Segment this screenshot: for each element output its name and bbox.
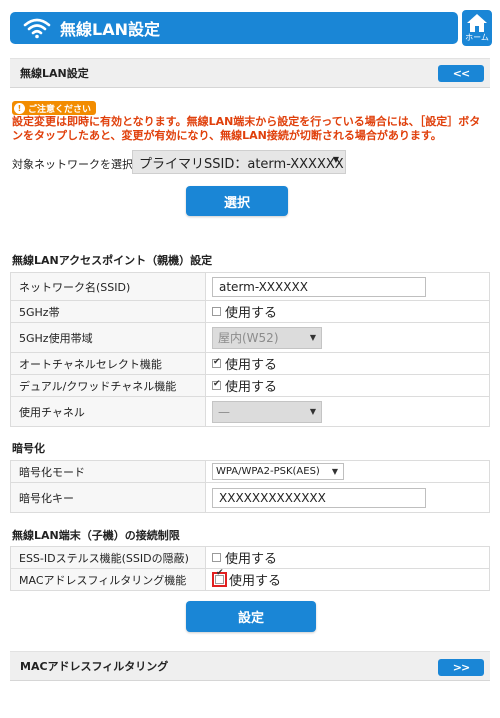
section-bar-wireless: 無線LAN設定 << xyxy=(10,58,490,88)
wifi-icon xyxy=(23,18,51,39)
select-button[interactable]: 選択 xyxy=(186,186,288,216)
mac-filter-label: MACアドレスフィルタリング機能 xyxy=(10,568,206,591)
table-row: オートチャネルセレクト機能 使用する xyxy=(10,352,490,375)
dropdown-arrow-icon: ▼ xyxy=(309,406,316,416)
encryption-mode-select[interactable]: WPA/WPA2-PSK(AES) ▼ xyxy=(212,463,344,480)
dual-channel-checkbox[interactable] xyxy=(212,379,221,390)
restriction-table: ESS-IDステルス機能(SSIDの隠蔽) 使用する MACアドレスフィルタリン… xyxy=(10,546,490,591)
encryption-mode-value: WPA/WPA2-PSK(AES) xyxy=(216,466,320,477)
home-icon xyxy=(467,14,487,32)
home-button[interactable]: ホーム xyxy=(462,10,492,46)
section-bar-mac-filter[interactable]: MACアドレスフィルタリング >> xyxy=(10,651,490,681)
encryption-mode-label: 暗号化モード xyxy=(10,460,206,483)
stealth-option: 使用する xyxy=(225,552,278,567)
page-title: 無線LAN設定 xyxy=(60,20,160,39)
encryption-key-label: 暗号化キー xyxy=(10,482,206,513)
ap-settings-title: 無線LANアクセスポイント（親機）設定 xyxy=(12,254,213,267)
ssid-input[interactable]: aterm-XXXXXX xyxy=(212,276,426,297)
section-label: MACアドレスフィルタリング xyxy=(20,660,169,673)
table-row: 暗号化キー XXXXXXXXXXXXX xyxy=(10,482,490,513)
dropdown-arrow-icon: ▼ xyxy=(332,155,339,164)
stealth-checkbox[interactable] xyxy=(212,553,221,562)
channel-value: — xyxy=(218,404,230,419)
band5-use-select[interactable]: 屋内(W52) ▼ xyxy=(212,326,322,349)
band5-use-value: 屋内(W52) xyxy=(218,330,279,345)
exclamation-icon: ! xyxy=(14,102,25,114)
home-label: ホーム xyxy=(465,33,489,42)
dropdown-arrow-icon: ▼ xyxy=(331,467,338,476)
target-network-value: プライマリSSID：aterm-XXXXXX xyxy=(139,156,344,172)
encryption-title: 暗号化 xyxy=(12,442,45,455)
target-network-label: 対象ネットワークを選択 xyxy=(12,158,133,171)
mac-filter-highlight xyxy=(212,572,227,587)
table-row: 使用チャネル — ▼ xyxy=(10,396,490,427)
forward-button[interactable]: >> xyxy=(438,659,484,676)
table-row: 暗号化モード WPA/WPA2-PSK(AES) ▼ xyxy=(10,460,490,483)
stealth-label: ESS-IDステルス機能(SSIDの隠蔽) xyxy=(10,546,206,569)
mac-filter-checkbox[interactable] xyxy=(215,575,224,584)
dropdown-arrow-icon: ▼ xyxy=(309,332,316,342)
channel-select[interactable]: — ▼ xyxy=(212,400,322,423)
table-row: MACアドレスフィルタリング機能 使用する xyxy=(10,568,490,591)
auto-channel-option: 使用する xyxy=(225,358,278,373)
encryption-table: 暗号化モード WPA/WPA2-PSK(AES) ▼ 暗号化キー XXXXXXXX… xyxy=(10,460,490,513)
band5-label: 5GHz帯 xyxy=(10,300,206,323)
ssid-label: ネットワーク名(SSID) xyxy=(10,272,206,301)
band5-option: 使用する xyxy=(225,306,278,321)
page-header: 無線LAN設定 xyxy=(10,12,458,44)
band5-use-label: 5GHz使用帯域 xyxy=(10,322,206,353)
table-row: 5GHz使用帯域 屋内(W52) ▼ xyxy=(10,322,490,353)
dual-channel-option: 使用する xyxy=(225,380,278,395)
auto-channel-label: オートチャネルセレクト機能 xyxy=(10,352,206,375)
encryption-key-input[interactable]: XXXXXXXXXXXXX xyxy=(212,487,426,508)
table-row: ネットワーク名(SSID) aterm-XXXXXX xyxy=(10,272,490,301)
channel-label: 使用チャネル xyxy=(10,396,206,427)
table-row: デュアル/クワッドチャネル機能 使用する xyxy=(10,374,490,397)
table-row: ESS-IDステルス機能(SSIDの隠蔽) 使用する xyxy=(10,546,490,569)
mac-filter-option: 使用する xyxy=(229,574,282,589)
section-label: 無線LAN設定 xyxy=(20,67,89,80)
auto-channel-checkbox[interactable] xyxy=(212,357,221,368)
ap-settings-table: ネットワーク名(SSID) aterm-XXXXXX 5GHz帯 使用する 5G… xyxy=(10,272,490,427)
band5-checkbox[interactable] xyxy=(212,307,221,316)
back-button[interactable]: << xyxy=(438,65,484,82)
caution-text: 設定変更は即時に有効となります。無線LAN端末から設定を行っている場合には、［設… xyxy=(12,115,481,142)
apply-button[interactable]: 設定 xyxy=(186,601,316,632)
target-network-select[interactable]: プライマリSSID：aterm-XXXXXX ▼ xyxy=(132,150,346,174)
restriction-title: 無線LAN端末（子機）の接続制限 xyxy=(12,529,180,542)
table-row: 5GHz帯 使用する xyxy=(10,300,490,323)
caution-label: ご注意ください xyxy=(28,104,92,115)
dual-channel-label: デュアル/クワッドチャネル機能 xyxy=(10,374,206,397)
caution-badge: ! ご注意ください xyxy=(12,101,97,115)
